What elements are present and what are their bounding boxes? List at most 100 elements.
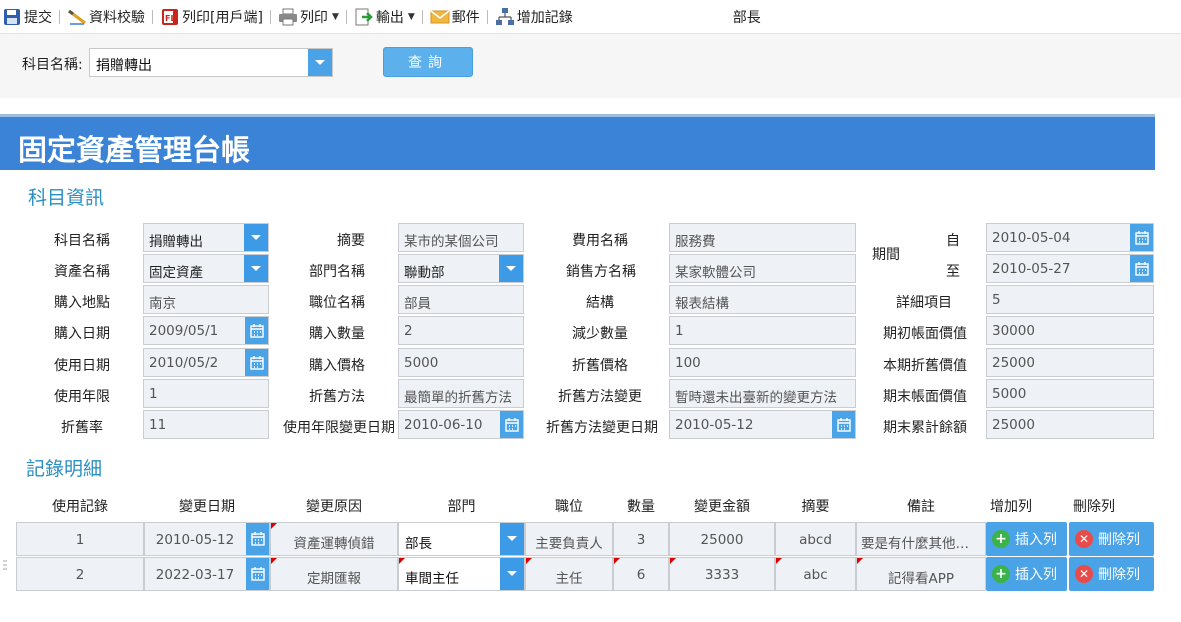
mail-label: 郵件 <box>451 9 480 26</box>
use-date-label: 使用日期 <box>54 358 110 374</box>
comment-marker <box>670 558 676 564</box>
page-header: 固定資產管理台帳 <box>0 114 1155 170</box>
qty-value: 3 <box>636 532 646 548</box>
column-header: 摘要 <box>801 499 830 515</box>
calendar-icon[interactable] <box>245 317 268 344</box>
use-years-field[interactable]: 1 <box>143 379 269 408</box>
structure-field[interactable]: 報表結構 <box>669 285 856 314</box>
opening-book-field[interactable]: 30000 <box>986 316 1154 345</box>
from-date-field[interactable]: 2010-05-04 <box>986 223 1154 252</box>
insert-row-button[interactable]: + 插入列 <box>986 522 1067 556</box>
section-title-records: 記錄明細 <box>26 458 103 480</box>
table-row-1-reason[interactable]: 資產運轉偵錯 <box>270 522 398 556</box>
section-title-subject-info: 科目資訊 <box>28 187 105 209</box>
expense-name-field[interactable]: 服務費 <box>669 223 856 252</box>
table-row-2-amount[interactable]: 3333 <box>669 557 775 591</box>
printer-icon <box>278 7 298 27</box>
closing-accum-field[interactable]: 25000 <box>986 410 1154 439</box>
depr-method-field[interactable]: 最簡單的折舊方法 <box>398 379 524 408</box>
purchase-qty-field[interactable]: 2 <box>398 316 524 345</box>
mail-icon <box>430 7 450 27</box>
to-date-field[interactable]: 2010-05-27 <box>986 254 1154 283</box>
table-row-2-reason[interactable]: 定期匯報 <box>270 557 398 591</box>
mail-button[interactable]: 郵件 <box>430 0 480 34</box>
purchase-price-label: 購入價格 <box>309 358 365 374</box>
calendar-icon[interactable] <box>1130 224 1153 251</box>
delete-row-button[interactable]: ✕ 刪除列 <box>1069 557 1154 591</box>
export-button[interactable]: 輸出 ▼ <box>354 0 415 34</box>
current-depr-field[interactable]: 25000 <box>986 348 1154 377</box>
table-row-2-date[interactable]: 2022-03-17 <box>144 557 270 591</box>
depr-rate-field[interactable]: 11 <box>143 410 269 439</box>
dept-field[interactable]: 聯動部 <box>398 254 524 283</box>
use-date-field[interactable]: 2010/05/2 <box>143 348 269 377</box>
table-row-2-no: 2 <box>16 557 144 591</box>
position-field[interactable]: 部員 <box>398 285 524 314</box>
calendar-icon[interactable] <box>246 558 269 590</box>
table-row-1-note[interactable]: 要是有什麼其他的事情 <box>856 522 986 556</box>
delete-row-button[interactable]: ✕ 刪除列 <box>1069 522 1154 556</box>
depr-price-field[interactable]: 100 <box>669 348 856 377</box>
validate-button[interactable]: 資料校驗 <box>67 0 145 34</box>
purchase-price-field[interactable]: 5000 <box>398 348 524 377</box>
comment-marker <box>776 558 782 564</box>
calendar-icon[interactable] <box>245 349 268 376</box>
decrease-qty-field[interactable]: 1 <box>669 316 856 345</box>
chevron-down-icon[interactable] <box>244 255 268 282</box>
table-row-2-qty[interactable]: 6 <box>613 557 669 591</box>
table-row-2-position[interactable]: 主任 <box>525 557 613 591</box>
table-row-1-summary[interactable]: abcd <box>775 522 856 556</box>
table-row-2-summary[interactable]: abc <box>775 557 856 591</box>
subject-name-label: 科目名稱 <box>54 233 110 249</box>
chevron-down-icon[interactable] <box>499 255 523 282</box>
subject-select[interactable]: 捐贈轉出 <box>89 48 333 77</box>
calendar-icon[interactable] <box>246 523 269 555</box>
change-date-value: 2010-05-12 <box>155 532 235 548</box>
seller-field[interactable]: 某家軟體公司 <box>669 254 856 283</box>
subject-name-value: 捐贈轉出 <box>149 234 203 250</box>
calendar-icon[interactable] <box>832 411 855 438</box>
method-change-field[interactable]: 暫時還未出臺新的變更方法 <box>669 379 856 408</box>
column-header: 使用記錄 <box>52 499 108 515</box>
summary-field[interactable]: 某市的某個公司 <box>398 223 524 252</box>
calendar-icon[interactable] <box>500 411 523 438</box>
asset-name-field[interactable]: 固定資產 <box>143 254 269 283</box>
years-change-date-field[interactable]: 2010-06-10 <box>398 410 524 439</box>
drag-handle-icon[interactable] <box>3 559 7 573</box>
insert-row-label: 插入列 <box>1015 567 1057 583</box>
toolbar: 提交 資料校驗 FL 列印[用戶端] 列印 ▼ 輸出 ▼ 郵件 增加記錄 部長 <box>0 0 1181 34</box>
chevron-down-icon[interactable] <box>500 523 524 555</box>
toolbar-divider <box>345 9 347 24</box>
detail-items-field[interactable]: 5 <box>986 285 1154 314</box>
table-row-1-dept[interactable]: 部長 <box>398 522 525 556</box>
print-client-button[interactable]: FL 列印[用戶端] <box>160 0 263 34</box>
query-button[interactable]: 查詢 <box>383 47 473 77</box>
insert-row-button[interactable]: + 插入列 <box>986 557 1067 591</box>
validate-label: 資料校驗 <box>89 9 145 26</box>
print-client-label: 列印[用戶端] <box>182 9 263 26</box>
purchase-place-field[interactable]: 南京 <box>143 285 269 314</box>
column-header: 部門 <box>447 499 476 515</box>
purchase-date-field[interactable]: 2009/05/1 <box>143 316 269 345</box>
table-row-2-note[interactable]: 記得看APP <box>856 557 986 591</box>
print-button[interactable]: 列印 ▼ <box>278 0 339 34</box>
position-value: 主任 <box>555 571 583 587</box>
chevron-down-icon[interactable] <box>500 558 524 590</box>
summary-label: 摘要 <box>337 233 365 249</box>
table-row-1-qty[interactable]: 3 <box>613 522 669 556</box>
method-change-date-field[interactable]: 2010-05-12 <box>669 410 856 439</box>
closing-book-field[interactable]: 5000 <box>986 379 1154 408</box>
submit-button[interactable]: 提交 <box>2 0 52 34</box>
table-row-2-dept[interactable]: 車間主任 <box>398 557 525 591</box>
subject-name-field[interactable]: 捐贈轉出 <box>143 223 269 252</box>
from-date-value: 2010-05-04 <box>992 230 1071 246</box>
table-row-1-date[interactable]: 2010-05-12 <box>144 522 270 556</box>
export-label: 輸出 <box>375 9 404 26</box>
chevron-down-icon[interactable] <box>244 224 268 251</box>
calendar-icon[interactable] <box>1130 255 1153 282</box>
table-row-1-amount[interactable]: 25000 <box>669 522 775 556</box>
table-row-1-position[interactable]: 主要負責人 <box>525 522 613 556</box>
closing-book-value: 5000 <box>992 386 1027 402</box>
chevron-down-icon[interactable] <box>308 49 332 76</box>
add-record-button[interactable]: 增加記錄 <box>495 0 573 34</box>
